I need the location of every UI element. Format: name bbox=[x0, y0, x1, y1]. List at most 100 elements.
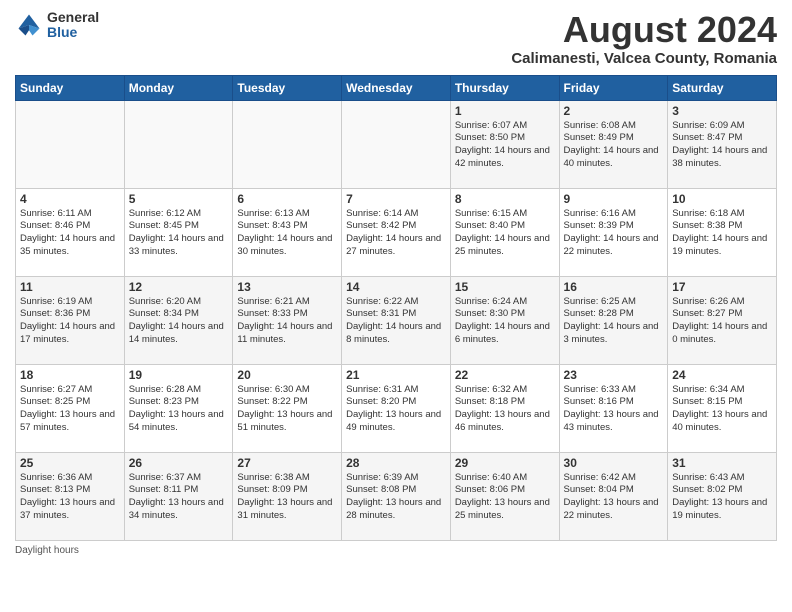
calendar-cell: 31 Sunrise: 6:43 AM Sunset: 8:02 PM Dayli… bbox=[668, 452, 777, 540]
title-block: August 2024 Calimanesti, Valcea County, … bbox=[511, 10, 777, 67]
day-info: Sunrise: 6:21 AM Sunset: 8:33 PM Dayligh… bbox=[237, 296, 337, 347]
calendar-cell: 6 Sunrise: 6:13 AM Sunset: 8:43 PM Daylig… bbox=[233, 188, 342, 276]
calendar-cell: 18 Sunrise: 6:27 AM Sunset: 8:25 PM Dayli… bbox=[16, 364, 125, 452]
header: General Blue August 2024 Calimanesti, Va… bbox=[15, 10, 777, 67]
calendar-cell: 23Sunrise: 6:33 AM Sunset: 8:16 PM Dayli… bbox=[559, 364, 668, 452]
col-sunday: Sunday bbox=[16, 75, 125, 100]
day-info: Sunrise: 6:16 AM Sunset: 8:39 PM Dayligh… bbox=[564, 208, 664, 259]
subtitle: Calimanesti, Valcea County, Romania bbox=[511, 50, 777, 67]
day-number: 17 bbox=[672, 280, 772, 294]
day-info: Sunrise: 6:28 AM Sunset: 8:23 PM Dayligh… bbox=[129, 384, 229, 435]
day-number: 23 bbox=[564, 368, 664, 382]
day-number: 28 bbox=[346, 456, 446, 470]
logo-blue: Blue bbox=[47, 25, 99, 40]
calendar-cell bbox=[342, 100, 451, 188]
calendar-cell: 17 Sunrise: 6:26 AM Sunset: 8:27 PM Dayli… bbox=[668, 276, 777, 364]
calendar-cell: 28 Sunrise: 6:39 AM Sunset: 8:08 PM Dayli… bbox=[342, 452, 451, 540]
calendar-cell bbox=[16, 100, 125, 188]
col-monday: Monday bbox=[124, 75, 233, 100]
logo-general: General bbox=[47, 10, 99, 25]
main-title: August 2024 bbox=[511, 10, 777, 50]
calendar-cell: 7 Sunrise: 6:14 AM Sunset: 8:42 PM Daylig… bbox=[342, 188, 451, 276]
day-info: Sunrise: 6:37 AM Sunset: 8:11 PM Dayligh… bbox=[129, 472, 229, 523]
day-info: Sunrise: 6:19 AM Sunset: 8:36 PM Dayligh… bbox=[20, 296, 120, 347]
day-number: 15 bbox=[455, 280, 555, 294]
day-info: Sunrise: 6:07 AM Sunset: 8:50 PM Dayligh… bbox=[455, 120, 555, 171]
calendar-cell: 22 Sunrise: 6:32 AM Sunset: 8:18 PM Dayli… bbox=[450, 364, 559, 452]
day-number: 18 bbox=[20, 368, 120, 382]
header-row: Sunday Monday Tuesday Wednesday Thursday… bbox=[16, 75, 777, 100]
day-number: 4 bbox=[20, 192, 120, 206]
day-number: 8 bbox=[455, 192, 555, 206]
day-number: 13 bbox=[237, 280, 337, 294]
calendar-cell: 2Sunrise: 6:08 AM Sunset: 8:49 PM Daylig… bbox=[559, 100, 668, 188]
day-info: Sunrise: 6:11 AM Sunset: 8:46 PM Dayligh… bbox=[20, 208, 120, 259]
day-number: 6 bbox=[237, 192, 337, 206]
day-info: Sunrise: 6:14 AM Sunset: 8:42 PM Dayligh… bbox=[346, 208, 446, 259]
calendar-week-1: 1 Sunrise: 6:07 AM Sunset: 8:50 PM Daylig… bbox=[16, 100, 777, 188]
day-number: 9 bbox=[564, 192, 664, 206]
footer-note: Daylight hours bbox=[15, 545, 777, 556]
day-number: 29 bbox=[455, 456, 555, 470]
day-info: Sunrise: 6:27 AM Sunset: 8:25 PM Dayligh… bbox=[20, 384, 120, 435]
day-number: 22 bbox=[455, 368, 555, 382]
day-number: 10 bbox=[672, 192, 772, 206]
calendar-body: 1 Sunrise: 6:07 AM Sunset: 8:50 PM Daylig… bbox=[16, 100, 777, 540]
day-info: Sunrise: 6:25 AM Sunset: 8:28 PM Dayligh… bbox=[564, 296, 664, 347]
day-info: Sunrise: 6:12 AM Sunset: 8:45 PM Dayligh… bbox=[129, 208, 229, 259]
calendar-cell: 12Sunrise: 6:20 AM Sunset: 8:34 PM Dayli… bbox=[124, 276, 233, 364]
day-number: 27 bbox=[237, 456, 337, 470]
calendar-cell bbox=[124, 100, 233, 188]
day-info: Sunrise: 6:32 AM Sunset: 8:18 PM Dayligh… bbox=[455, 384, 555, 435]
calendar-cell: 4 Sunrise: 6:11 AM Sunset: 8:46 PM Daylig… bbox=[16, 188, 125, 276]
calendar-header: Sunday Monday Tuesday Wednesday Thursday… bbox=[16, 75, 777, 100]
day-number: 7 bbox=[346, 192, 446, 206]
calendar-week-3: 11 Sunrise: 6:19 AM Sunset: 8:36 PM Dayli… bbox=[16, 276, 777, 364]
day-number: 24 bbox=[672, 368, 772, 382]
day-number: 2 bbox=[564, 104, 664, 118]
day-number: 21 bbox=[346, 368, 446, 382]
day-info: Sunrise: 6:39 AM Sunset: 8:08 PM Dayligh… bbox=[346, 472, 446, 523]
day-info: Sunrise: 6:18 AM Sunset: 8:38 PM Dayligh… bbox=[672, 208, 772, 259]
day-info: Sunrise: 6:22 AM Sunset: 8:31 PM Dayligh… bbox=[346, 296, 446, 347]
day-info: Sunrise: 6:42 AM Sunset: 8:04 PM Dayligh… bbox=[564, 472, 664, 523]
day-number: 16 bbox=[564, 280, 664, 294]
day-info: Sunrise: 6:24 AM Sunset: 8:30 PM Dayligh… bbox=[455, 296, 555, 347]
calendar-cell bbox=[233, 100, 342, 188]
calendar-cell: 21Sunrise: 6:31 AM Sunset: 8:20 PM Dayli… bbox=[342, 364, 451, 452]
day-number: 14 bbox=[346, 280, 446, 294]
logo-icon bbox=[15, 11, 43, 39]
calendar-cell: 11 Sunrise: 6:19 AM Sunset: 8:36 PM Dayli… bbox=[16, 276, 125, 364]
calendar-table: Sunday Monday Tuesday Wednesday Thursday… bbox=[15, 75, 777, 541]
page: General Blue August 2024 Calimanesti, Va… bbox=[0, 0, 792, 612]
calendar-cell: 14 Sunrise: 6:22 AM Sunset: 8:31 PM Dayli… bbox=[342, 276, 451, 364]
day-info: Sunrise: 6:36 AM Sunset: 8:13 PM Dayligh… bbox=[20, 472, 120, 523]
day-number: 19 bbox=[129, 368, 229, 382]
day-number: 11 bbox=[20, 280, 120, 294]
day-number: 26 bbox=[129, 456, 229, 470]
calendar-week-2: 4 Sunrise: 6:11 AM Sunset: 8:46 PM Daylig… bbox=[16, 188, 777, 276]
day-info: Sunrise: 6:43 AM Sunset: 8:02 PM Dayligh… bbox=[672, 472, 772, 523]
day-number: 31 bbox=[672, 456, 772, 470]
calendar-cell: 19 Sunrise: 6:28 AM Sunset: 8:23 PM Dayli… bbox=[124, 364, 233, 452]
col-friday: Friday bbox=[559, 75, 668, 100]
day-info: Sunrise: 6:40 AM Sunset: 8:06 PM Dayligh… bbox=[455, 472, 555, 523]
calendar-week-5: 25 Sunrise: 6:36 AM Sunset: 8:13 PM Dayli… bbox=[16, 452, 777, 540]
day-info: Sunrise: 6:26 AM Sunset: 8:27 PM Dayligh… bbox=[672, 296, 772, 347]
day-info: Sunrise: 6:13 AM Sunset: 8:43 PM Dayligh… bbox=[237, 208, 337, 259]
calendar-cell: 10 Sunrise: 6:18 AM Sunset: 8:38 PM Dayli… bbox=[668, 188, 777, 276]
col-wednesday: Wednesday bbox=[342, 75, 451, 100]
calendar-cell: 5 Sunrise: 6:12 AM Sunset: 8:45 PM Daylig… bbox=[124, 188, 233, 276]
day-number: 25 bbox=[20, 456, 120, 470]
col-tuesday: Tuesday bbox=[233, 75, 342, 100]
calendar-cell: 9 Sunrise: 6:16 AM Sunset: 8:39 PM Daylig… bbox=[559, 188, 668, 276]
calendar-cell: 29 Sunrise: 6:40 AM Sunset: 8:06 PM Dayli… bbox=[450, 452, 559, 540]
logo-text: General Blue bbox=[47, 10, 99, 41]
calendar-cell: 25 Sunrise: 6:36 AM Sunset: 8:13 PM Dayli… bbox=[16, 452, 125, 540]
logo: General Blue bbox=[15, 10, 99, 41]
calendar-cell: 26 Sunrise: 6:37 AM Sunset: 8:11 PM Dayli… bbox=[124, 452, 233, 540]
day-number: 1 bbox=[455, 104, 555, 118]
day-number: 5 bbox=[129, 192, 229, 206]
day-number: 3 bbox=[672, 104, 772, 118]
day-info: Sunrise: 6:15 AM Sunset: 8:40 PM Dayligh… bbox=[455, 208, 555, 259]
